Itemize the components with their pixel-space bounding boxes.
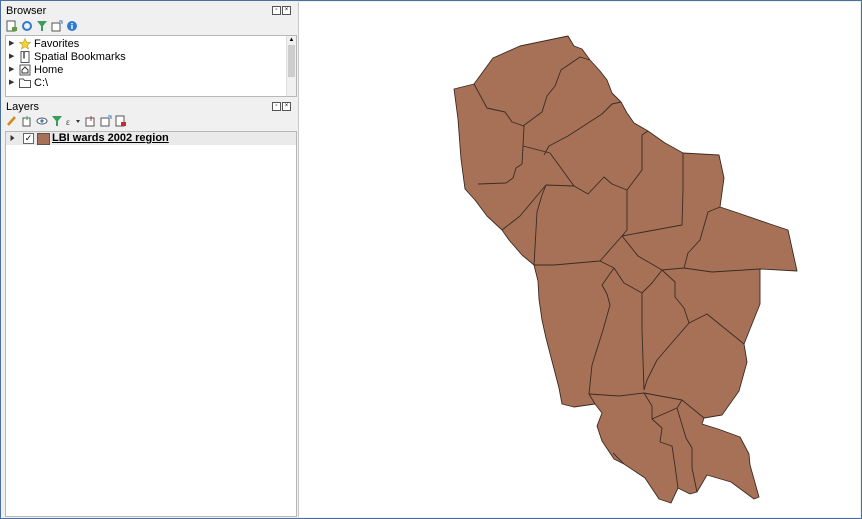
browser-dock-title: Browser ▫ × xyxy=(2,4,295,18)
layer-visibility-checkbox[interactable]: ✓ xyxy=(23,133,34,144)
layers-title: Layers xyxy=(6,101,40,113)
filter-legend-icon[interactable] xyxy=(51,115,63,127)
folder-icon xyxy=(19,78,31,88)
collapse-all-icon[interactable] xyxy=(51,20,63,32)
close-icon[interactable]: × xyxy=(282,6,291,15)
browser-toolbar xyxy=(6,18,78,34)
expand-arrow-icon[interactable]: ▶ xyxy=(9,78,14,86)
layer-item-lbi-wards[interactable]: ✓ LBI wards 2002 region xyxy=(6,132,296,145)
tree-item-home[interactable]: ▶ Home xyxy=(6,64,286,77)
svg-text:ε: ε xyxy=(66,117,70,127)
star-icon xyxy=(19,38,31,50)
scroll-up-icon[interactable]: ▲ xyxy=(288,37,295,43)
layer-symbol-swatch[interactable] xyxy=(37,133,50,145)
scroll-thumb[interactable] xyxy=(288,45,295,77)
expand-all-icon[interactable] xyxy=(85,115,97,127)
add-layer-icon[interactable] xyxy=(6,20,18,32)
tree-item-label: C:\ xyxy=(34,77,49,89)
tree-item-spatial-bookmarks[interactable]: ▶ Spatial Bookmarks xyxy=(6,51,286,64)
expand-arrow-icon[interactable]: ▶ xyxy=(9,52,14,60)
visibility-icon[interactable] xyxy=(36,115,48,127)
bookmark-icon xyxy=(20,51,30,63)
filter-icon[interactable] xyxy=(36,20,48,32)
layers-toolbar: ε xyxy=(6,113,127,129)
layers-tree[interactable]: ✓ LBI wards 2002 region xyxy=(5,131,297,517)
close-icon[interactable]: × xyxy=(282,102,291,111)
add-group-icon[interactable] xyxy=(21,115,33,127)
undock-icon[interactable]: ▫ xyxy=(272,102,281,111)
expand-arrow-icon[interactable]: ▶ xyxy=(9,39,14,47)
undock-icon[interactable]: ▫ xyxy=(272,6,281,15)
info-icon[interactable] xyxy=(66,20,78,32)
tree-item-c-drive[interactable]: ▶ C:\ xyxy=(6,77,286,90)
tree-item-favorites[interactable]: ▶ Favorites xyxy=(6,38,286,51)
refresh-icon[interactable] xyxy=(21,20,33,32)
qgis-window: Browser ▫ × ▶ Favorites ▶ Spatial Bookma… xyxy=(0,0,862,519)
collapse-all-icon[interactable] xyxy=(100,115,112,127)
tree-item-label: Spatial Bookmarks xyxy=(34,51,126,63)
tree-item-label: Favorites xyxy=(34,38,80,50)
layers-dock-title: Layers ▫ × xyxy=(2,100,295,114)
browser-title: Browser xyxy=(6,5,47,17)
map-canvas[interactable] xyxy=(298,2,860,517)
remove-layer-icon[interactable] xyxy=(115,115,127,127)
browser-tree[interactable]: ▶ Favorites ▶ Spatial Bookmarks ▶ Home ▶… xyxy=(5,35,297,97)
tree-item-label: Home xyxy=(34,64,64,76)
expand-arrow-icon[interactable]: ▶ xyxy=(9,65,14,73)
ward-map[interactable] xyxy=(299,2,860,517)
expand-arrow-icon[interactable] xyxy=(10,133,15,143)
filter-expression-icon[interactable]: ε xyxy=(66,115,82,127)
browser-scrollbar[interactable]: ▲ xyxy=(286,36,296,96)
home-icon xyxy=(19,64,31,76)
style-brush-icon[interactable] xyxy=(6,115,18,127)
left-dock: Browser ▫ × ▶ Favorites ▶ Spatial Bookma… xyxy=(2,2,297,517)
layer-label: LBI wards 2002 region xyxy=(52,132,169,144)
